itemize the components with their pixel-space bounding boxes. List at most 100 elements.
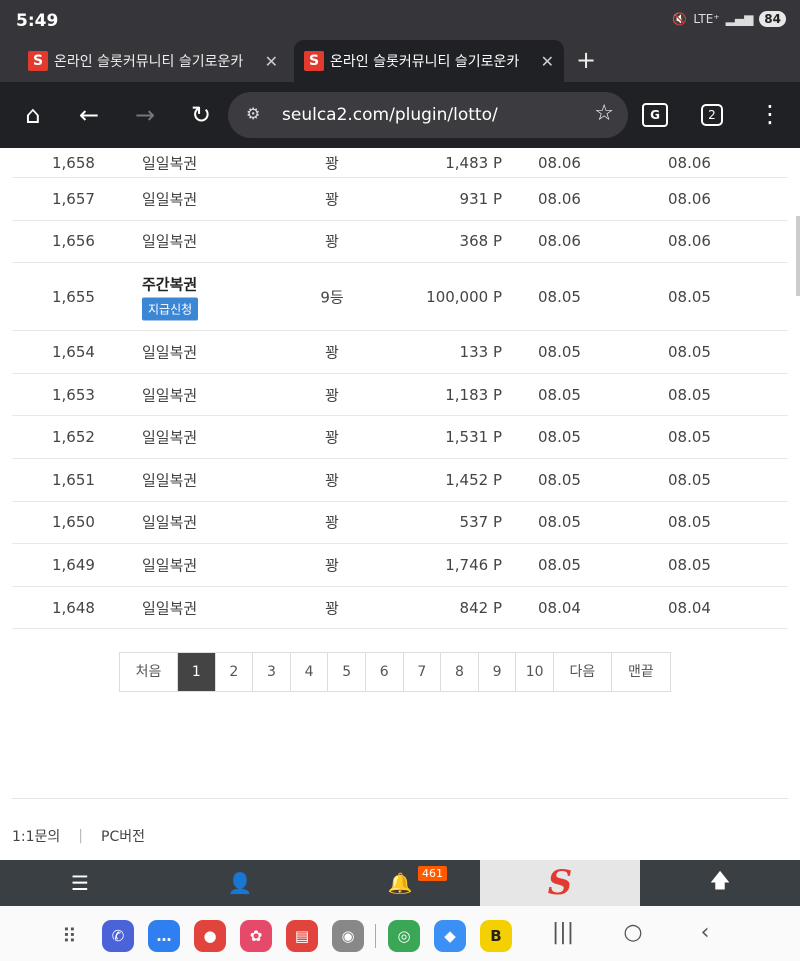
draw-date: 08.05 [538,428,581,447]
notification-button[interactable]: 🔔 461 [320,860,480,906]
pagination: 처음 1 2 3 4 5 6 7 8 9 10 다음 맨끝 [119,652,671,692]
profile-button[interactable]: 👤 [160,860,320,906]
lotto-points: 100,000 P [426,287,502,306]
tab-count-button[interactable]: 2 [701,104,723,126]
page-number-button[interactable]: 6 [365,653,404,691]
expire-date: 08.05 [668,555,711,574]
chrome-app-icon[interactable]: ◎ [388,920,420,952]
notification-badge: 461 [418,866,447,881]
lotto-points: 842 P [459,598,502,617]
url-text[interactable]: seulca2.com/plugin/lotto/ [282,105,498,125]
dock-separator [375,924,376,948]
browser-tab[interactable]: S 온라인 슬롯커뮤니티 슬기로운카 ✕ [18,40,288,82]
hamburger-icon: ☰ [71,871,89,895]
expire-date: 08.04 [668,598,711,617]
draw-date: 08.05 [538,555,581,574]
draw-date: 08.05 [538,342,581,361]
footer-separator: | [78,828,84,844]
row-number: 1,655 [52,287,95,306]
lotto-type: 일일복권 [142,471,198,490]
scroll-top-button[interactable]: 🡅 [640,860,800,906]
brand-home-button[interactable]: S [480,860,640,906]
row-number: 1,651 [52,470,95,489]
lotto-type: 일일복권 [142,232,198,251]
lotto-points: 1,746 P [445,555,502,574]
page-last-button[interactable]: 맨끝 [611,653,670,691]
menu-button[interactable]: ☰ [0,860,160,906]
lotto-points: 931 P [459,189,502,208]
lotto-table: 1,658 일일복권 꽝 1,483 P 08.06 08.06 1,657 일일복권 꽝 931… [12,148,788,630]
row-number: 1,649 [52,555,95,574]
lotto-result: 꽝 [325,428,339,447]
page-number-button[interactable]: 5 [328,653,366,691]
android-nav-bar: ⠿ ✆ … ● ✿ ▤ ◉ ◎ ◆ B ||| ○ ‹ [0,906,800,961]
forward-arrow-icon[interactable]: → [130,100,160,130]
page-number-button[interactable]: 10 [516,653,554,691]
star-icon[interactable]: ☆ [594,101,614,126]
scrollbar[interactable] [796,216,800,296]
phone-app-icon[interactable]: ✆ [102,920,134,952]
row-number: 1,658 [52,153,95,172]
lotto-type: 일일복권 [142,343,198,362]
page-number-button[interactable]: 3 [253,653,291,691]
more-vert-icon[interactable]: ⋮ [758,100,782,128]
recents-icon[interactable]: ||| [548,920,578,945]
lotto-points: 1,183 P [445,385,502,404]
lotto-points: 1,483 P [445,153,502,172]
lotto-result: 꽝 [325,556,339,575]
row-number: 1,648 [52,598,95,617]
home-icon[interactable]: ⌂ [18,100,48,130]
page-first-button[interactable]: 처음 [120,653,178,691]
b-app-icon[interactable]: B [480,920,512,952]
page-number-button[interactable]: 1 [178,653,216,691]
lotto-result: 꽝 [325,599,339,618]
inquiry-link[interactable]: 1:1문의 [12,826,60,846]
lotto-points: 368 P [459,232,502,251]
expire-date: 08.05 [668,287,711,306]
draw-date: 08.04 [538,598,581,617]
new-tab-button[interactable]: + [576,46,596,74]
table-row: 1,649 일일복권 꽝 1,746 P 08.05 08.05 [12,544,788,587]
page-number-button[interactable]: 2 [215,653,254,691]
bell-icon: 🔔 [387,871,413,895]
page-number-button[interactable]: 9 [478,653,517,691]
translate-icon[interactable]: G [642,103,668,127]
row-number: 1,650 [52,513,95,532]
reload-icon[interactable]: ↻ [186,100,216,130]
lotto-result: 꽝 [325,154,339,172]
url-bar[interactable]: ⚙ seulca2.com/plugin/lotto/ ☆ [228,92,628,138]
table-row: 1,654 일일복권 꽝 133 P 08.05 08.05 [12,331,788,374]
signal-icon: ▂▄▆ [725,12,754,26]
browser-tab-active[interactable]: S 온라인 슬롯커뮤니티 슬기로운카 ✕ [294,40,564,82]
page-number-button[interactable]: 4 [290,653,329,691]
lotto-type: 일일복권 [142,428,198,447]
claim-payout-button[interactable]: 지급신청 [142,297,199,321]
home-circle-icon[interactable]: ○ [618,920,648,945]
system-back-icon[interactable]: ‹ [690,920,720,945]
expire-date: 08.06 [668,189,711,208]
close-tab-icon[interactable]: ✕ [541,52,554,71]
camera-app-icon[interactable]: ◉ [332,920,364,952]
back-arrow-icon[interactable]: ← [74,100,104,130]
expire-date: 08.06 [668,153,711,172]
table-row: 1,655 주간복권 지급신청 9등 100,000 P 08.05 08.05 [12,263,788,332]
pc-version-link[interactable]: PC버전 [101,826,145,846]
site-bottom-nav: ☰ 👤 🔔 461 S 🡅 [0,860,800,906]
page-next-button[interactable]: 다음 [553,653,612,691]
chat-app-icon[interactable]: ◆ [434,920,466,952]
row-number: 1,652 [52,428,95,447]
tab-title: 온라인 슬롯커뮤니티 슬기로운카 [54,54,244,70]
app-drawer-icon[interactable]: ⠿ [62,924,77,948]
page-content: 1,658 일일복권 꽝 1,483 P 08.06 08.06 1,657 일일복권 꽝 931… [0,148,800,860]
lotto-points: 133 P [459,342,502,361]
close-tab-icon[interactable]: ✕ [265,52,278,71]
messages-app-icon[interactable]: … [148,920,180,952]
tune-icon[interactable]: ⚙ [246,104,260,123]
table-row: 1,650 일일복권 꽝 537 P 08.05 08.05 [12,502,788,545]
notes-app-icon[interactable]: ▤ [286,920,318,952]
brand-logo-icon: S [547,863,573,903]
page-number-button[interactable]: 8 [441,653,479,691]
page-number-button[interactable]: 7 [403,653,442,691]
person-app-icon[interactable]: ● [194,920,226,952]
gallery-app-icon[interactable]: ✿ [240,920,272,952]
